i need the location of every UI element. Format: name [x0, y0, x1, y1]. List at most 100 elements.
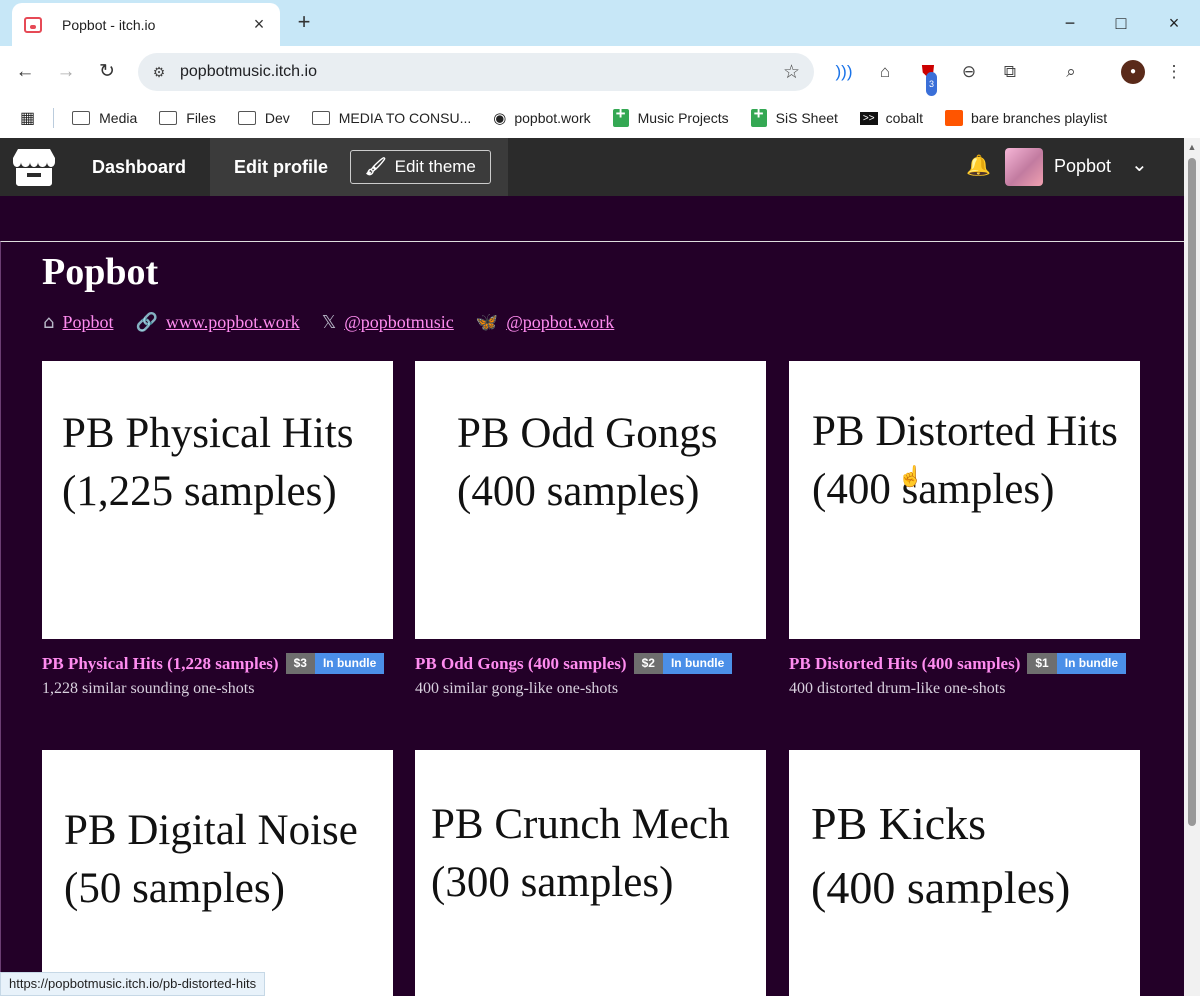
notification-bell-icon[interactable]: 🔔: [966, 154, 991, 178]
chevron-down-icon[interactable]: ⌄: [1131, 152, 1148, 177]
toggle-extension-icon[interactable]: ⊖: [957, 60, 981, 84]
price-badge: $3: [285, 653, 315, 674]
link-text[interactable]: @popbot.work: [506, 312, 614, 333]
game-cover[interactable]: PB Odd Gongs (400 samples): [415, 361, 766, 639]
game-title[interactable]: PB Odd Gongs (400 samples): [415, 654, 627, 674]
bookmark-label: Media: [99, 110, 138, 126]
itch-logo-icon[interactable]: [0, 138, 68, 196]
scrollbar-thumb[interactable]: [1188, 158, 1196, 826]
museum-icon[interactable]: ⌂: [873, 60, 897, 84]
itch-icon: ⌂: [43, 312, 55, 333]
shield-extension-icon[interactable]: ⛊ 3: [916, 60, 940, 96]
link-text[interactable]: @popbotmusic: [344, 312, 454, 333]
cover-line: (50 samples): [64, 865, 285, 912]
website-link[interactable]: 🔗 www.popbot.work: [135, 312, 299, 333]
game-description: 400 similar gong-like one-shots: [415, 680, 619, 697]
profile-links: ⌂ Popbot 🔗 www.popbot.work 𝕏 @popbotmusic 🦋…: [43, 312, 636, 333]
bookmark-cobalt[interactable]: >> cobalt: [859, 110, 923, 126]
game-cover[interactable]: PB Digital Noise (50 samples): [42, 750, 393, 996]
maximize-icon[interactable]: □: [1107, 10, 1135, 36]
hand-cursor-icon: ☝: [898, 466, 923, 488]
game-cover[interactable]: PB Distorted Hits (400 samples): [789, 361, 1140, 639]
price-badge: $2: [633, 653, 663, 674]
link-icon: 🔗: [135, 312, 158, 333]
game-title[interactable]: PB Physical Hits (1,228 samples): [42, 654, 279, 674]
tab-search-icon[interactable]: ⌕: [1059, 60, 1083, 84]
profile-content: Popbot ⌂ Popbot 🔗 www.popbot.work 𝕏 @popbot…: [0, 241, 1184, 996]
reload-icon[interactable]: ↻: [93, 58, 121, 86]
dashboard-link[interactable]: Dashboard: [68, 138, 210, 196]
scroll-up-icon[interactable]: ▲: [1187, 142, 1197, 152]
cover-line: PB Distorted Hits: [812, 408, 1118, 455]
paintbrush-icon: 🖌: [365, 157, 387, 176]
game-cover[interactable]: PB Kicks (400 samples): [789, 750, 1140, 996]
cover-line: (1,225 samples): [62, 468, 337, 515]
folder-icon: [159, 111, 178, 125]
bookmark-bare-branches[interactable]: bare branches playlist: [944, 110, 1107, 126]
browser-toolbar: ← → ↻ ⚙ popbotmusic.itch.io ☆ ))) ⌂ ⛊ 3 ⊖…: [0, 46, 1200, 98]
game-cell: PB Odd Gongs (400 samples) PB Odd Gongs (…: [415, 361, 766, 698]
bookmark-popbot-work[interactable]: ◉ popbot.work: [493, 109, 590, 127]
close-tab-icon[interactable]: ×: [248, 13, 270, 35]
game-cell: PB Distorted Hits (400 samples) PB Distor…: [789, 361, 1140, 698]
game-title-row: PB Distorted Hits (400 samples) $1 In bun…: [789, 653, 1140, 674]
bookmark-label: popbot.work: [514, 110, 591, 126]
bookmark-music-projects[interactable]: Music Projects: [612, 104, 729, 127]
bookmark-media-to-consume[interactable]: MEDIA TO CONSU...: [311, 110, 471, 126]
itch-favicon-icon: [24, 16, 42, 33]
close-window-icon[interactable]: ×: [1160, 10, 1188, 36]
page-scrollbar[interactable]: ▲: [1184, 138, 1200, 996]
bookmark-sis-sheet[interactable]: SiS Sheet: [750, 104, 838, 127]
cover-line: (300 samples): [431, 859, 674, 906]
game-title-row: PB Odd Gongs (400 samples) $2 In bundle: [415, 653, 766, 674]
edit-theme-button[interactable]: 🖌 Edit theme: [350, 150, 491, 184]
edit-profile-label: Edit profile: [234, 156, 329, 177]
profile-avatar-icon[interactable]: ●: [1121, 60, 1145, 84]
page-viewport: Dashboard Edit profile 🖌 Edit theme 🔔 Pop…: [0, 138, 1184, 996]
bookmark-dev[interactable]: Dev: [237, 110, 290, 126]
game-cover[interactable]: PB Physical Hits (1,225 samples): [42, 361, 393, 639]
address-bar[interactable]: ⚙ popbotmusic.itch.io ☆: [138, 53, 814, 91]
audio-icon[interactable]: ))): [832, 60, 856, 84]
bluesky-link[interactable]: 🦋 @popbot.work: [476, 312, 615, 333]
bundle-badge: In bundle: [662, 653, 733, 674]
game-cell: PB Digital Noise (50 samples): [42, 750, 393, 996]
extension-badge: 3: [926, 72, 938, 96]
cover-line: (400 samples): [812, 466, 1055, 513]
game-title[interactable]: PB Distorted Hits (400 samples): [789, 654, 1020, 674]
extensions-puzzle-icon[interactable]: ⧉: [998, 60, 1022, 84]
soundcloud-icon: [944, 110, 963, 126]
bluesky-icon: 🦋: [475, 312, 499, 333]
bookmarks-bar: ▦ Media Files Dev MEDIA TO CONSU... ◉ pop…: [0, 98, 1200, 138]
site-settings-icon[interactable]: ⚙: [150, 63, 168, 81]
forward-icon[interactable]: →: [52, 58, 80, 86]
creator-name: Popbot: [42, 251, 159, 293]
user-avatar[interactable]: [1005, 148, 1043, 186]
back-icon[interactable]: ←: [11, 58, 39, 86]
x-link[interactable]: 𝕏 @popbotmusic: [322, 312, 454, 333]
url-text[interactable]: popbotmusic.itch.io: [180, 63, 317, 81]
bundle-badge: In bundle: [314, 653, 385, 674]
bookmark-star-icon[interactable]: ☆: [783, 61, 800, 84]
itch-header: Dashboard Edit profile 🖌 Edit theme 🔔 Pop…: [0, 138, 1184, 196]
bookmark-files[interactable]: Files: [159, 110, 216, 126]
game-cover[interactable]: PB Crunch Mech (300 samples): [415, 750, 766, 996]
bookmark-label: Files: [186, 110, 216, 126]
edit-profile-link[interactable]: Edit profile 🖌 Edit theme: [210, 138, 508, 196]
folder-icon: [311, 111, 330, 125]
cover-line: (400 samples): [811, 862, 1071, 913]
link-text[interactable]: www.popbot.work: [166, 312, 300, 333]
link-text[interactable]: Popbot: [62, 312, 113, 333]
itch-profile-link[interactable]: ⌂ Popbot: [43, 312, 113, 333]
price-badge: $1: [1027, 653, 1057, 674]
username[interactable]: Popbot: [1054, 156, 1111, 177]
browser-tab[interactable]: Popbot - itch.io ×: [12, 3, 280, 46]
apps-grid-icon[interactable]: ▦: [20, 108, 35, 128]
game-cell: PB Crunch Mech (300 samples): [415, 750, 766, 996]
new-tab-button[interactable]: +: [292, 10, 316, 34]
bookmark-media[interactable]: Media: [72, 110, 137, 126]
status-bar-url: https://popbotmusic.itch.io/pb-distorted…: [0, 972, 266, 996]
menu-dots-icon[interactable]: ⋮: [1162, 60, 1186, 84]
minimize-icon[interactable]: −: [1056, 10, 1084, 36]
bookmark-label: cobalt: [885, 110, 923, 126]
